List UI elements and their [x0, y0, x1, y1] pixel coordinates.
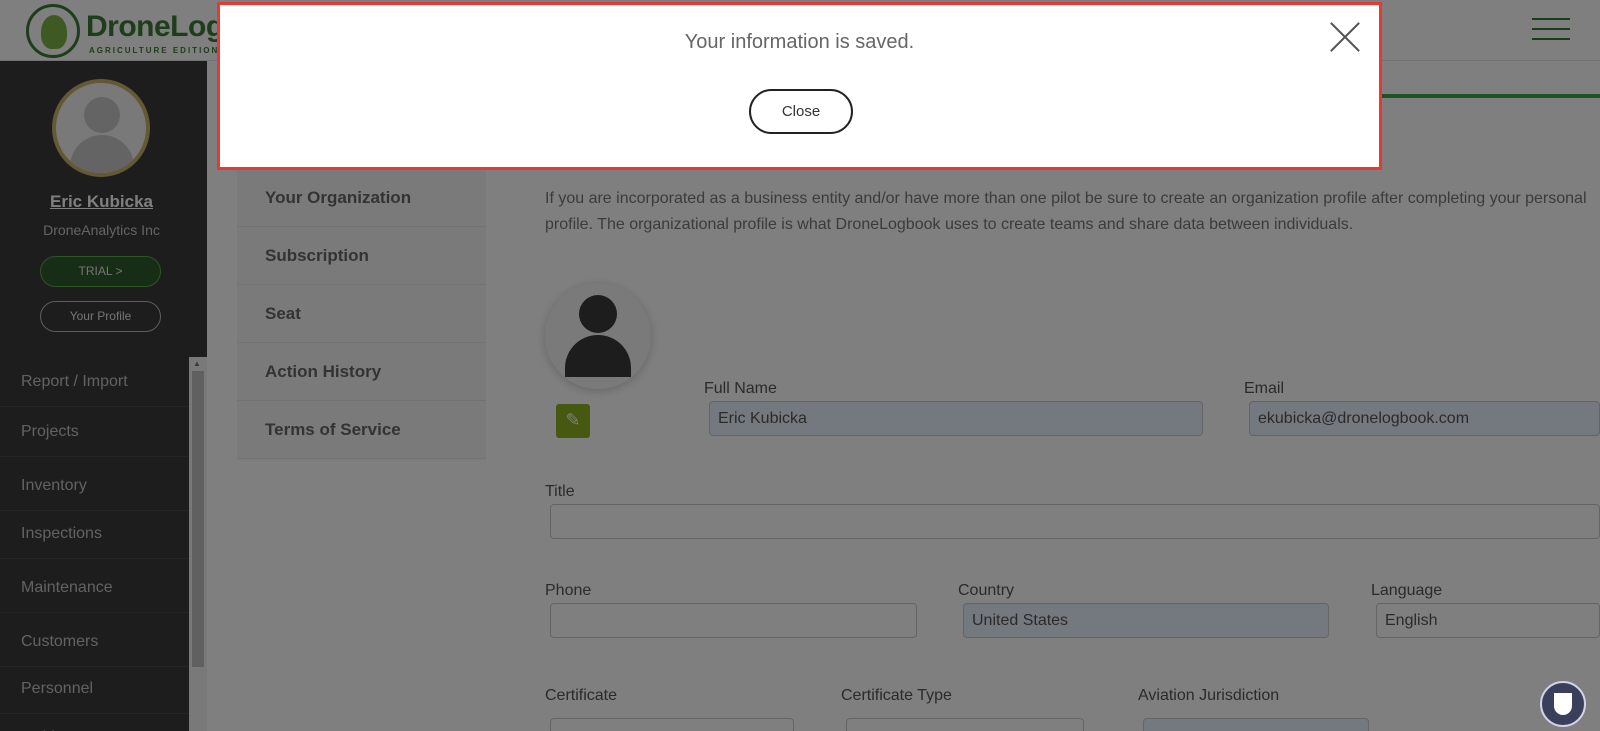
help-shield-icon[interactable]	[1540, 681, 1586, 727]
saved-dialog: Your information is saved. Close	[217, 2, 1382, 170]
close-button[interactable]: Close	[749, 89, 853, 134]
close-icon[interactable]	[1329, 21, 1361, 53]
dialog-message: Your information is saved.	[684, 31, 915, 53]
